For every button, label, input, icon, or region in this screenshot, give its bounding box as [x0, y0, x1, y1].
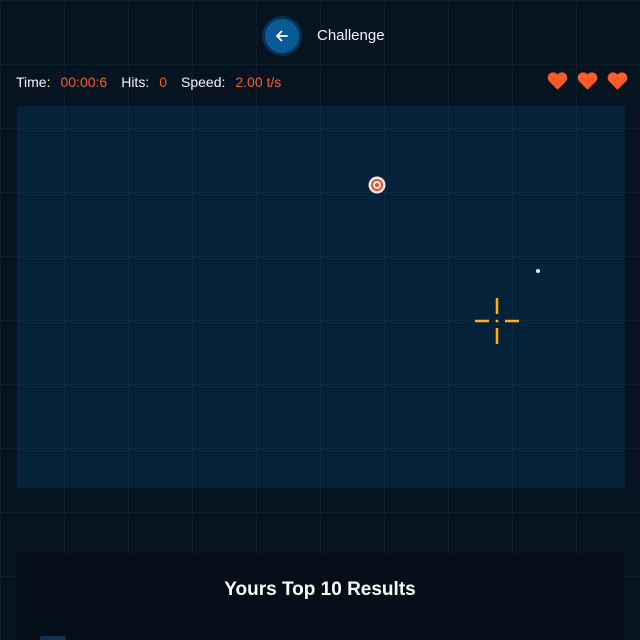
time-value: 00:00:6: [60, 74, 108, 90]
time-label: Time:: [16, 74, 51, 90]
results-panel: Yours Top 10 Results: [16, 553, 624, 640]
lives: [547, 71, 628, 91]
arrow-left-icon: [276, 30, 288, 42]
projectile-dot: [536, 269, 540, 273]
bullseye-icon[interactable]: [368, 176, 386, 194]
game-board[interactable]: [17, 106, 625, 488]
back-button[interactable]: [265, 19, 299, 53]
heart-icon: [547, 72, 568, 90]
heart-icon: [607, 72, 628, 90]
crosshair-icon: [474, 297, 520, 345]
speed-value: 2.00 t/s: [235, 74, 282, 90]
stats-bar: Time: 00:00:6 Hits: 0 Speed: 2.00 t/s: [16, 73, 295, 91]
results-row-marker: [40, 636, 66, 640]
hits-label: Hits:: [121, 74, 150, 90]
hits-value: 0: [159, 74, 167, 90]
page-title: Challenge: [317, 27, 385, 44]
header: Challenge: [0, 0, 640, 70]
heart-icon: [577, 72, 598, 90]
results-title: Yours Top 10 Results: [224, 579, 416, 600]
speed-label: Speed:: [181, 74, 226, 90]
